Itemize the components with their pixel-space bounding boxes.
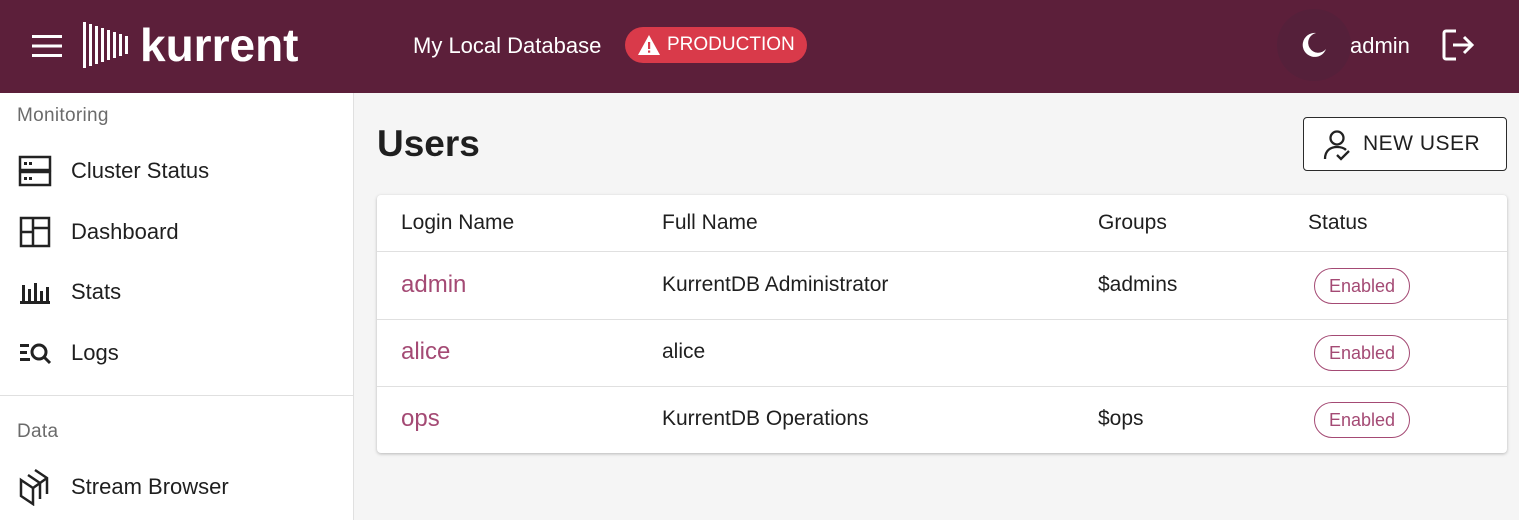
current-user-name[interactable]: admin [1350,31,1410,61]
sidebar-item-label: Logs [71,340,119,365]
users-table: Login Name Full Name Groups Status admin… [377,195,1507,453]
column-header-full-name[interactable]: Full Name [662,211,758,235]
table-row[interactable]: admin KurrentDB Administrator $admins En… [377,253,1507,320]
database-name: My Local Database [413,33,602,58]
table-row[interactable]: alice alice Enabled [377,320,1507,387]
stream-stack-icon [18,468,52,506]
status-badge: Enabled [1314,268,1410,304]
column-header-login-name[interactable]: Login Name [401,211,514,235]
sidebar: Monitoring Cluster Status Dashboard Stat… [0,93,354,520]
groups-cell: $admins [1098,273,1178,296]
brand-name: kurrent [140,19,299,71]
status-badge: Enabled [1314,335,1410,371]
logout-icon [1442,29,1475,61]
groups-cell: $ops [1098,407,1144,430]
sidebar-item-label: Cluster Status [71,158,210,183]
logo-mark-icon [83,22,128,68]
login-name-link[interactable]: admin [401,271,466,299]
full-name-cell: KurrentDB Operations [662,407,869,430]
sidebar-item-label: Stats [71,279,122,304]
log-search-icon [18,336,52,370]
full-name-cell: alice [662,340,706,363]
status-badge: Enabled [1314,402,1410,438]
login-name-link[interactable]: ops [401,405,440,433]
sidebar-divider [0,395,353,396]
table-row[interactable]: ops KurrentDB Operations $ops Enabled [377,387,1507,453]
add-user-icon [1323,130,1350,161]
bar-chart-icon [18,275,52,309]
sidebar-item-stats[interactable]: Stats [0,264,353,320]
column-header-groups[interactable]: Groups [1098,211,1167,235]
server-icon [18,154,52,188]
column-header-status[interactable]: Status [1308,211,1368,235]
new-user-button[interactable]: NEW USER [1303,117,1507,171]
sidebar-section-monitoring: Monitoring [17,105,109,126]
warning-icon [638,35,660,55]
new-user-button-label: NEW USER [1363,132,1481,155]
dashboard-icon [18,215,52,249]
sidebar-item-logs[interactable]: Logs [0,325,353,381]
page-title: Users [377,123,480,164]
login-name-link[interactable]: alice [401,338,450,366]
sidebar-item-stream-browser[interactable]: Stream Browser [0,459,353,515]
sidebar-item-label: Dashboard [71,219,179,244]
menu-button[interactable] [26,26,68,66]
sidebar-section-data: Data [17,421,59,442]
moon-icon [1302,32,1326,57]
logout-button[interactable] [1440,27,1478,63]
environment-badge-label: PRODUCTION [667,34,795,55]
sidebar-item-dashboard[interactable]: Dashboard [0,204,353,260]
sidebar-item-cluster-status[interactable]: Cluster Status [0,143,353,199]
top-app-bar: kurrent My Local Database PRODUCTION adm… [0,0,1519,93]
sidebar-item-label: Stream Browser [71,474,229,499]
kurrent-logo[interactable]: kurrent [82,20,298,70]
environment-badge: PRODUCTION [625,27,807,63]
theme-toggle-button[interactable] [1277,9,1351,81]
hamburger-menu-icon [32,35,62,57]
table-header: Login Name Full Name Groups Status [377,195,1507,252]
full-name-cell: KurrentDB Administrator [662,273,889,296]
